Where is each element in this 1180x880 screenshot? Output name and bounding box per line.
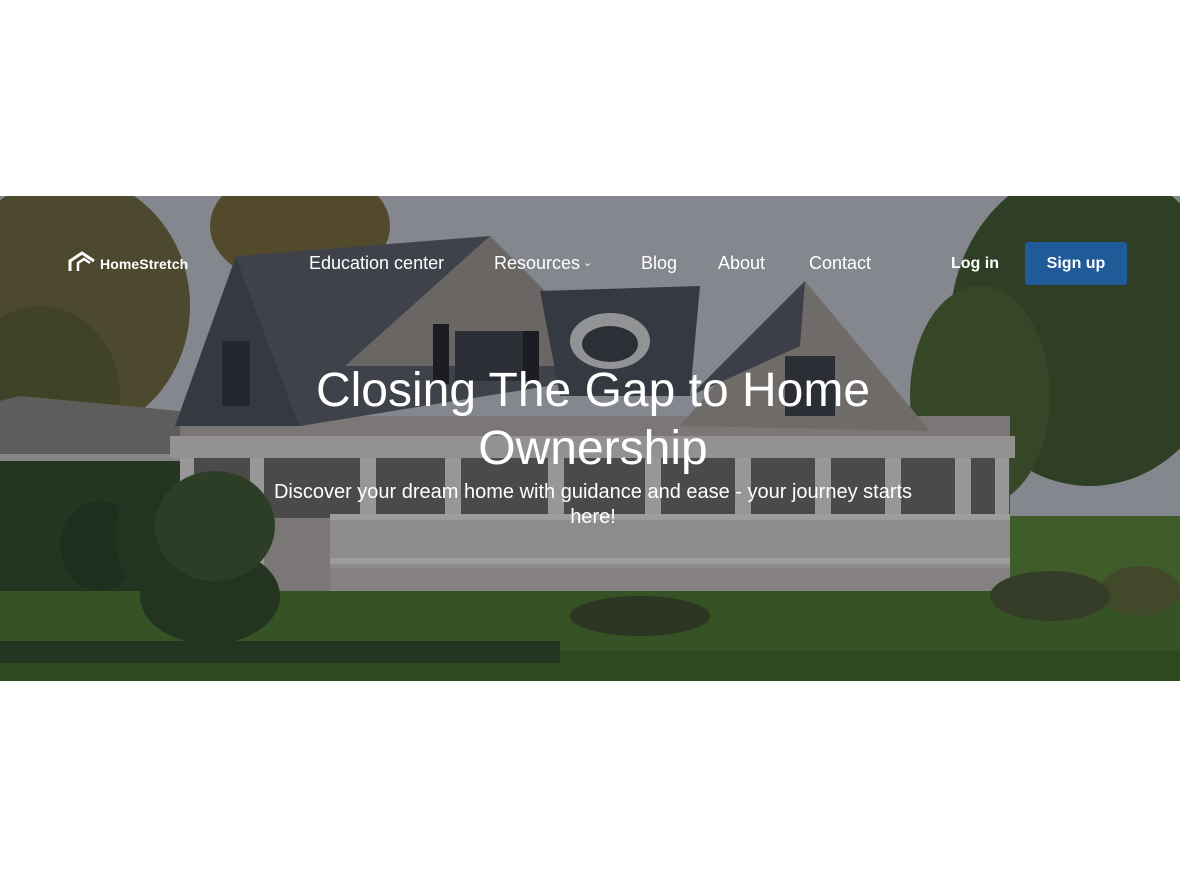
- signup-button[interactable]: Sign up: [1025, 242, 1127, 285]
- nav-item-about[interactable]: About: [718, 253, 765, 274]
- hero-section: HomeStretch Education center Resources ⌄ …: [0, 196, 1180, 681]
- nav-item-contact[interactable]: Contact: [809, 253, 871, 274]
- hero-subtitle: Discover your dream home with guidance a…: [273, 481, 913, 528]
- hero-title: Closing The Gap to Home Ownership: [315, 364, 871, 475]
- nav-item-resources[interactable]: Resources ⌄: [494, 253, 592, 274]
- chevron-down-icon: ⌄: [583, 257, 593, 269]
- main-nav: Education center Resources ⌄ Blog About C…: [0, 253, 1180, 277]
- login-link[interactable]: Log in: [951, 255, 999, 273]
- nav-item-blog[interactable]: Blog: [641, 253, 677, 274]
- nav-item-resources-label: Resources: [494, 253, 581, 273]
- nav-item-education-center[interactable]: Education center: [309, 253, 444, 274]
